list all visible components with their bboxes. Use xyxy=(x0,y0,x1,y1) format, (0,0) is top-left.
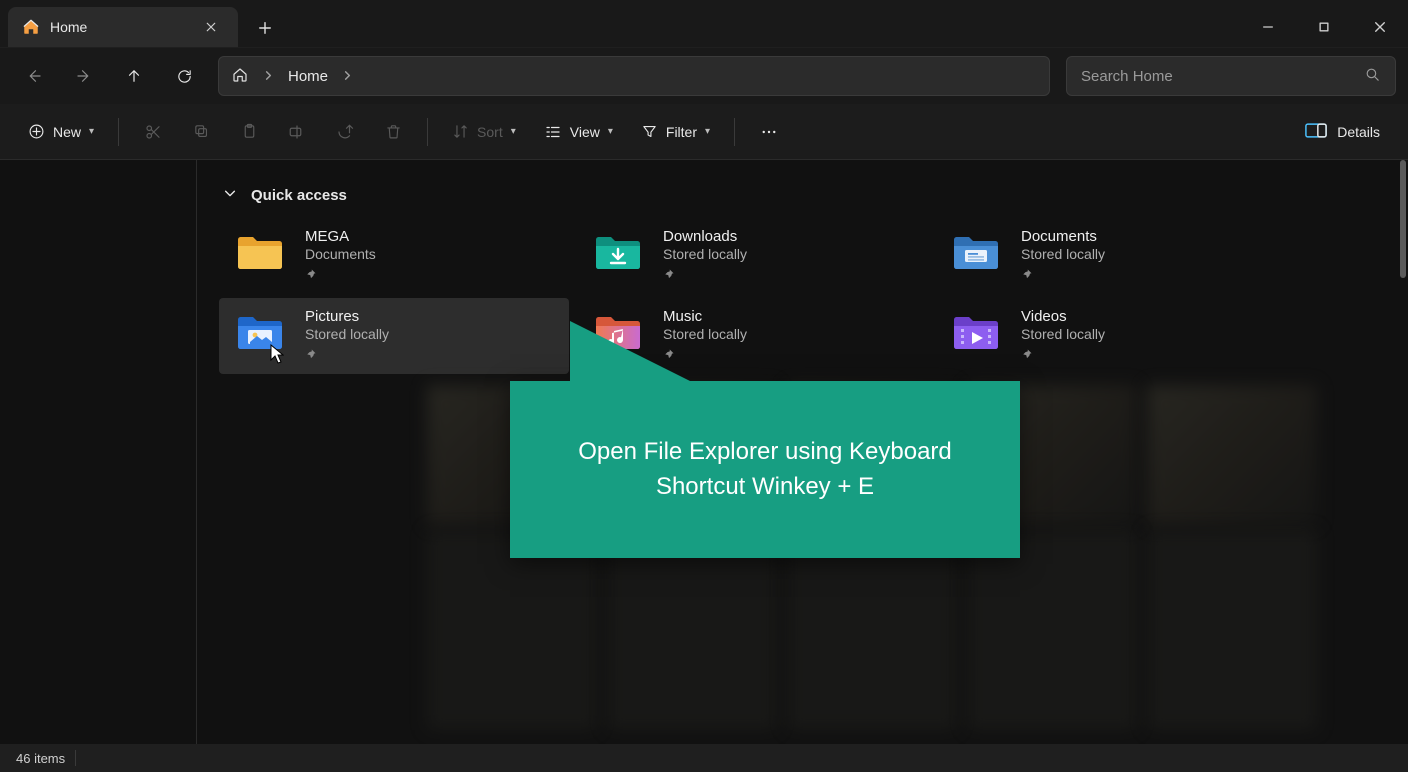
chevron-down-icon: ▾ xyxy=(89,126,94,137)
item-meta: DocumentsStored locally xyxy=(1021,228,1105,283)
sort-label: Sort xyxy=(477,124,503,140)
share-button[interactable] xyxy=(323,112,367,152)
item-name: Downloads xyxy=(663,228,747,245)
refresh-button[interactable] xyxy=(162,56,206,96)
callout-text: Open File Explorer using Keyboard Shortc… xyxy=(548,435,982,505)
item-meta: DownloadsStored locally xyxy=(663,228,747,283)
copy-button[interactable] xyxy=(179,112,223,152)
pin-icon xyxy=(663,267,747,283)
forward-button[interactable] xyxy=(62,56,106,96)
item-name: Pictures xyxy=(305,308,389,325)
quick-access-item[interactable]: VideosStored locally xyxy=(935,298,1285,374)
item-name: Videos xyxy=(1021,308,1105,325)
paste-button[interactable] xyxy=(227,112,271,152)
chevron-right-icon xyxy=(342,68,353,84)
tab-label: Home xyxy=(50,19,188,35)
search-bar[interactable] xyxy=(1066,56,1396,96)
status-item-count: 46 items xyxy=(16,751,65,766)
close-tab-button[interactable] xyxy=(198,14,224,40)
search-input[interactable] xyxy=(1081,68,1354,85)
new-tab-button[interactable] xyxy=(246,9,284,47)
item-subtitle: Documents xyxy=(305,246,376,262)
separator xyxy=(734,118,735,146)
search-icon xyxy=(1364,66,1381,86)
quick-access-label: Quick access xyxy=(251,187,347,204)
chevron-down-icon: ▾ xyxy=(511,126,516,137)
details-pane-icon xyxy=(1305,123,1327,141)
details-label: Details xyxy=(1337,124,1380,140)
item-subtitle: Stored locally xyxy=(305,326,389,342)
back-button[interactable] xyxy=(12,56,56,96)
cut-button[interactable] xyxy=(131,112,175,152)
delete-button[interactable] xyxy=(371,112,415,152)
close-window-button[interactable] xyxy=(1352,7,1408,47)
item-name: MEGA xyxy=(305,228,376,245)
item-subtitle: Stored locally xyxy=(663,246,747,262)
minimize-button[interactable] xyxy=(1240,7,1296,47)
chevron-down-icon: ▾ xyxy=(705,126,710,137)
filter-label: Filter xyxy=(666,124,697,140)
filter-button[interactable]: Filter ▾ xyxy=(629,112,722,152)
rename-button[interactable] xyxy=(275,112,319,152)
quick-access-item[interactable]: MEGADocuments xyxy=(219,218,569,294)
instruction-callout: Open File Explorer using Keyboard Shortc… xyxy=(510,381,1020,558)
folder-yellow-icon xyxy=(233,230,287,274)
sort-button[interactable]: Sort ▾ xyxy=(440,112,528,152)
home-icon xyxy=(231,66,249,87)
view-label: View xyxy=(570,124,600,140)
pin-icon xyxy=(305,347,389,363)
quick-access-item[interactable]: DownloadsStored locally xyxy=(577,218,927,294)
quick-access-grid: MEGADocumentsDownloadsStored locallyDocu… xyxy=(219,218,1398,374)
breadcrumb-home[interactable]: Home xyxy=(288,68,328,85)
videos-icon xyxy=(949,310,1003,354)
address-bar[interactable]: Home xyxy=(218,56,1050,96)
item-subtitle: Stored locally xyxy=(1021,326,1105,342)
separator xyxy=(118,118,119,146)
separator xyxy=(75,750,76,766)
pictures-icon xyxy=(233,310,287,354)
maximize-button[interactable] xyxy=(1296,7,1352,47)
quick-access-header[interactable]: Quick access xyxy=(219,180,1398,218)
details-pane-button[interactable]: Details xyxy=(1293,112,1392,152)
item-meta: PicturesStored locally xyxy=(305,308,389,363)
nav-row: Home xyxy=(0,48,1408,104)
pin-icon xyxy=(305,267,376,283)
pin-icon xyxy=(1021,267,1105,283)
quick-access-item[interactable]: DocumentsStored locally xyxy=(935,218,1285,294)
scrollbar-thumb[interactable] xyxy=(1400,160,1406,278)
recent-files-row xyxy=(427,530,1398,730)
item-meta: VideosStored locally xyxy=(1021,308,1105,363)
new-button[interactable]: New ▾ xyxy=(16,112,106,152)
quick-access-item[interactable]: PicturesStored locally xyxy=(219,298,569,374)
view-button[interactable]: View ▾ xyxy=(532,112,625,152)
up-button[interactable] xyxy=(112,56,156,96)
chevron-right-icon xyxy=(263,68,274,84)
chevron-down-icon: ▾ xyxy=(608,126,613,137)
window-controls xyxy=(1240,7,1408,47)
title-bar: Home xyxy=(0,0,1408,48)
toolbar: New ▾ Sort ▾ View ▾ Filter ▾ xyxy=(0,104,1408,160)
item-subtitle: Stored locally xyxy=(1021,246,1105,262)
downloads-icon xyxy=(591,230,645,274)
documents-icon xyxy=(949,230,1003,274)
tab-home[interactable]: Home xyxy=(8,7,238,47)
home-icon xyxy=(22,18,40,36)
new-label: New xyxy=(53,124,81,140)
chevron-down-icon xyxy=(223,186,237,204)
item-name: Documents xyxy=(1021,228,1105,245)
item-meta: MEGADocuments xyxy=(305,228,376,283)
navigation-pane[interactable] xyxy=(0,160,197,744)
more-button[interactable] xyxy=(747,112,791,152)
separator xyxy=(427,118,428,146)
status-bar: 46 items xyxy=(0,744,1408,772)
pin-icon xyxy=(1021,347,1105,363)
